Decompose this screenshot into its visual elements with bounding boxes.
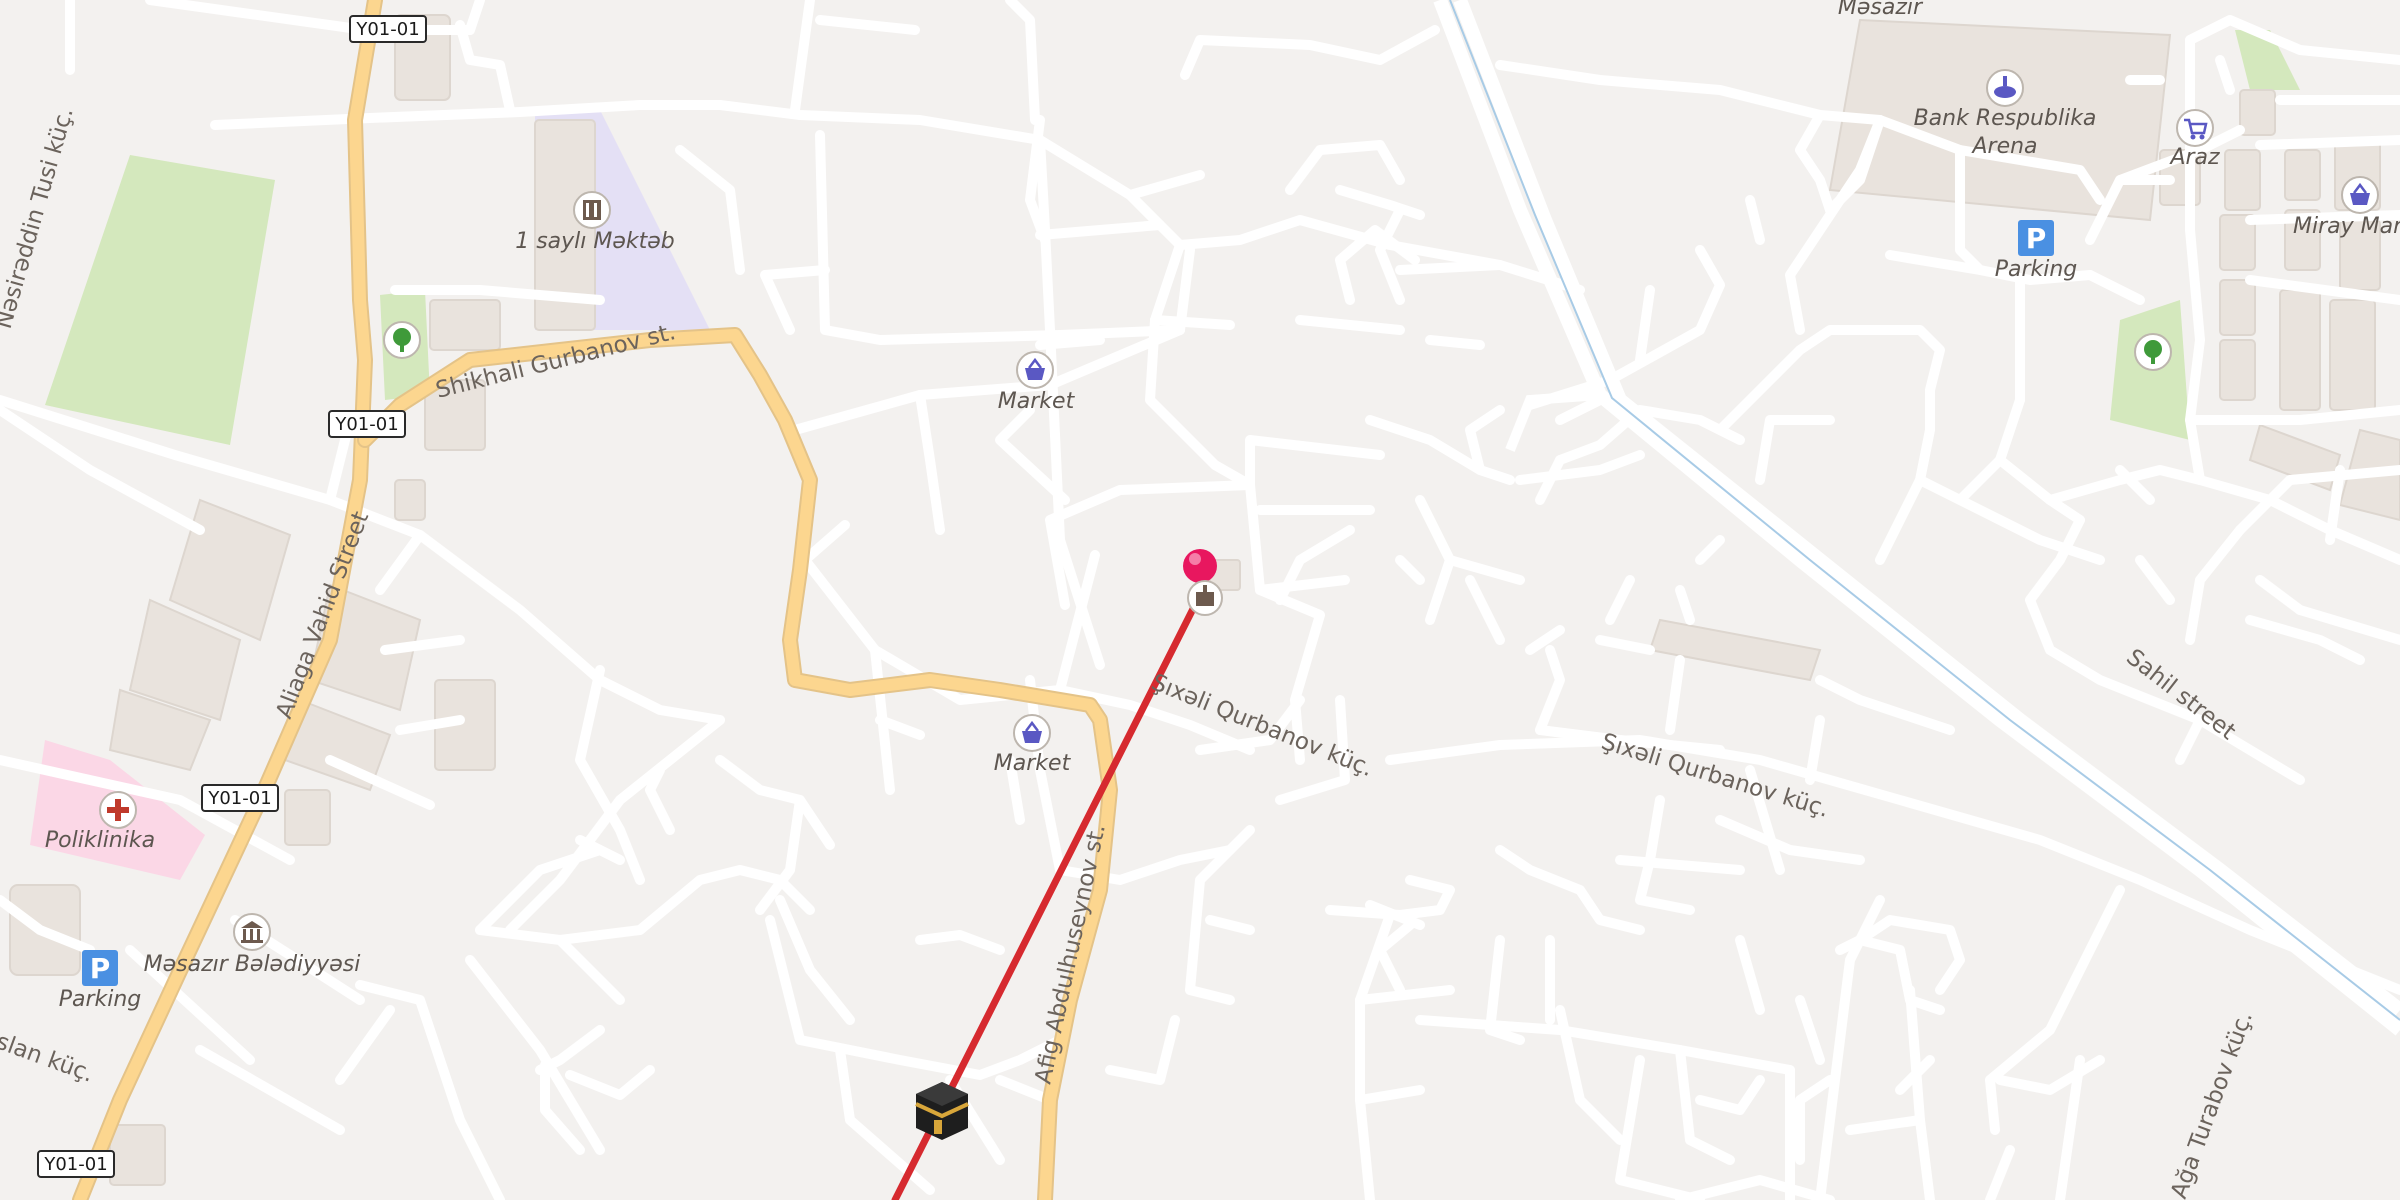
- place-label-masazir: Məsazır: [1838, 0, 1924, 20]
- poi-label-arena: Bank Respublika: [1914, 106, 2097, 131]
- poi-label-polyclinic: Poliklinika: [45, 828, 155, 853]
- poi-label-school: 1 saylı Məktəb: [515, 229, 675, 254]
- tree-icon: [383, 321, 421, 359]
- svg-text:Y01-01: Y01-01: [207, 788, 271, 809]
- hospital-icon: [99, 791, 137, 829]
- poi-label-miray: Miray Mar: [2293, 214, 2400, 239]
- road-shield: Y01-01: [201, 784, 279, 812]
- poi-label-parking: Parking: [59, 987, 142, 1012]
- poi-label-arena: Arena: [1970, 134, 2037, 159]
- svg-text:P: P: [90, 952, 111, 985]
- svg-text:Y01-01: Y01-01: [355, 19, 419, 40]
- poi-label-market: Market: [998, 389, 1076, 414]
- parking-icon: P: [82, 950, 118, 986]
- svg-text:P: P: [2026, 222, 2047, 255]
- school-icon: [573, 191, 611, 229]
- shopping-cart-icon: [2176, 109, 2214, 147]
- shopping-basket-icon: [2341, 176, 2379, 214]
- stadium-icon: [1986, 69, 2024, 107]
- religious-building-icon: [1187, 580, 1223, 616]
- road-shield: Y01-01: [37, 1150, 115, 1178]
- poi-label-araz: Araz: [2168, 145, 2220, 170]
- kaaba-icon[interactable]: [915, 1082, 969, 1140]
- museum-icon: [233, 913, 271, 951]
- poi-label-parking: Parking: [1995, 257, 2078, 282]
- road-shield: Y01-01: [349, 15, 427, 43]
- parking-icon: P: [2018, 220, 2054, 256]
- tree-icon: [2134, 333, 2172, 371]
- poi-label-market: Market: [994, 751, 1072, 776]
- road-shield: Y01-01: [328, 410, 406, 438]
- shopping-basket-icon: [1013, 714, 1051, 752]
- svg-text:Y01-01: Y01-01: [334, 414, 398, 435]
- map-canvas[interactable]: P P 1 saylı Məktəb Market Market Bank Re…: [0, 0, 2400, 1200]
- poi-label-municipality: Məsazır Bələdiyyəsi: [144, 952, 361, 977]
- shopping-basket-icon: [1016, 351, 1054, 389]
- svg-text:Y01-01: Y01-01: [43, 1154, 107, 1175]
